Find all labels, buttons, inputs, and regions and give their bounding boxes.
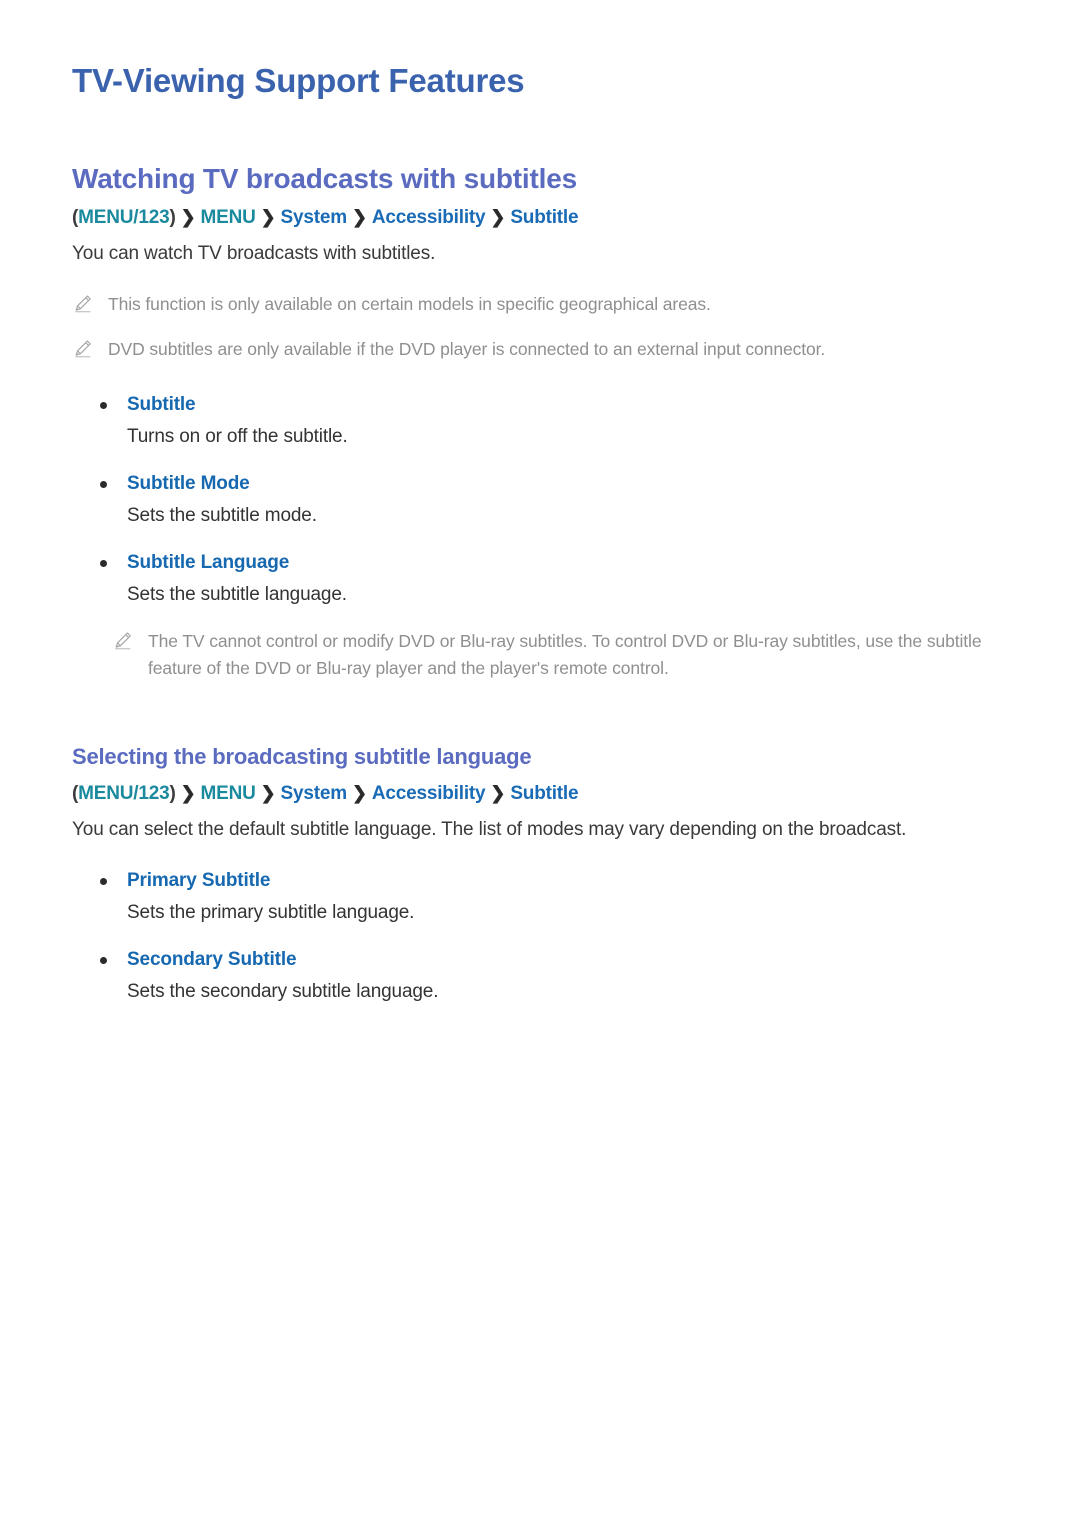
option-description: Sets the subtitle language. bbox=[127, 584, 347, 606]
note-row: The TV cannot control or modify DVD or B… bbox=[72, 628, 1020, 682]
chevron-right-icon: ❯ bbox=[260, 206, 276, 227]
list-item: Secondary Subtitle bbox=[72, 946, 1020, 975]
breadcrumb-item-menu123[interactable]: MENU/123 bbox=[78, 207, 170, 228]
breadcrumb-item-menu[interactable]: MENU bbox=[201, 783, 256, 804]
note-row: This function is only available on certa… bbox=[72, 291, 1020, 318]
bullet-dot-icon bbox=[100, 480, 107, 488]
breadcrumb-item-menu[interactable]: MENU bbox=[201, 207, 256, 228]
bullet-dot-icon bbox=[100, 559, 107, 567]
option-description: Sets the secondary subtitle language. bbox=[127, 981, 439, 1003]
section-selecting-the-broadcasting-subtitle-language: Selecting the broadcasting subtitle lang… bbox=[72, 744, 1020, 1007]
pencil-note-icon bbox=[72, 338, 94, 360]
option-description: Turns on or off the subtitle. bbox=[127, 426, 348, 448]
note-row: DVD subtitles are only available if the … bbox=[72, 336, 1020, 363]
breadcrumb-close-paren: ) bbox=[169, 206, 176, 228]
note-text: This function is only available on certa… bbox=[108, 293, 711, 314]
chevron-right-icon: ❯ bbox=[490, 782, 506, 803]
chevron-right-icon: ❯ bbox=[490, 206, 506, 227]
chevron-right-icon: ❯ bbox=[180, 782, 196, 803]
bullet-dot-icon bbox=[100, 877, 107, 885]
section-heading: Selecting the broadcasting subtitle lang… bbox=[72, 744, 532, 770]
chevron-right-icon: ❯ bbox=[260, 782, 276, 803]
option-label-subtitle-language[interactable]: Subtitle Language bbox=[127, 549, 289, 578]
option-description: Sets the subtitle mode. bbox=[127, 505, 317, 527]
option-label-subtitle-mode[interactable]: Subtitle Mode bbox=[127, 470, 250, 499]
section-heading: Watching TV broadcasts with subtitles bbox=[72, 162, 577, 194]
section-intro-text: You can select the default subtitle lang… bbox=[72, 819, 907, 841]
option-description: Sets the primary subtitle language. bbox=[127, 902, 415, 924]
list-item: Subtitle Mode bbox=[72, 470, 1020, 499]
chevron-right-icon: ❯ bbox=[351, 206, 367, 227]
breadcrumb-item-subtitle[interactable]: Subtitle bbox=[510, 783, 578, 804]
breadcrumb: (MENU/123) ❯ MENU ❯ System ❯ Accessibility ❯ Sub… bbox=[72, 781, 1020, 807]
option-label-primary-subtitle[interactable]: Primary Subtitle bbox=[127, 867, 270, 896]
pencil-note-icon bbox=[112, 630, 134, 652]
bullet-dot-icon bbox=[100, 956, 107, 964]
pencil-note-icon bbox=[72, 293, 94, 315]
option-label-secondary-subtitle[interactable]: Secondary Subtitle bbox=[127, 946, 297, 975]
chevron-right-icon: ❯ bbox=[180, 206, 196, 227]
manual-page: TV-Viewing Support Features Watching TV … bbox=[0, 0, 1080, 1527]
note-text: The TV cannot control or modify DVD or B… bbox=[148, 630, 982, 679]
breadcrumb-item-accessibility[interactable]: Accessibility bbox=[372, 207, 486, 228]
list-item: Subtitle bbox=[72, 391, 1020, 420]
list-item: Primary Subtitle bbox=[72, 867, 1020, 896]
list-item: Subtitle Language bbox=[72, 549, 1020, 578]
breadcrumb-close-paren: ) bbox=[169, 782, 176, 804]
page-title: TV-Viewing Support Features bbox=[72, 62, 525, 99]
breadcrumb-item-accessibility[interactable]: Accessibility bbox=[372, 783, 486, 804]
breadcrumb-item-system[interactable]: System bbox=[281, 783, 348, 804]
section-intro-text: You can watch TV broadcasts with subtitl… bbox=[72, 243, 436, 265]
section-watching-tv-broadcasts-with-subtitles: Watching TV broadcasts with subtitles (M… bbox=[72, 162, 1020, 682]
breadcrumb-item-menu123[interactable]: MENU/123 bbox=[78, 783, 170, 804]
breadcrumb-item-subtitle[interactable]: Subtitle bbox=[510, 207, 578, 228]
breadcrumb-item-system[interactable]: System bbox=[281, 207, 348, 228]
option-label-subtitle[interactable]: Subtitle bbox=[127, 391, 196, 420]
bullet-dot-icon bbox=[100, 401, 107, 409]
breadcrumb: (MENU/123) ❯ MENU ❯ System ❯ Accessibility ❯ Sub… bbox=[72, 205, 1020, 231]
chevron-right-icon: ❯ bbox=[351, 782, 367, 803]
note-text: DVD subtitles are only available if the … bbox=[108, 338, 826, 359]
